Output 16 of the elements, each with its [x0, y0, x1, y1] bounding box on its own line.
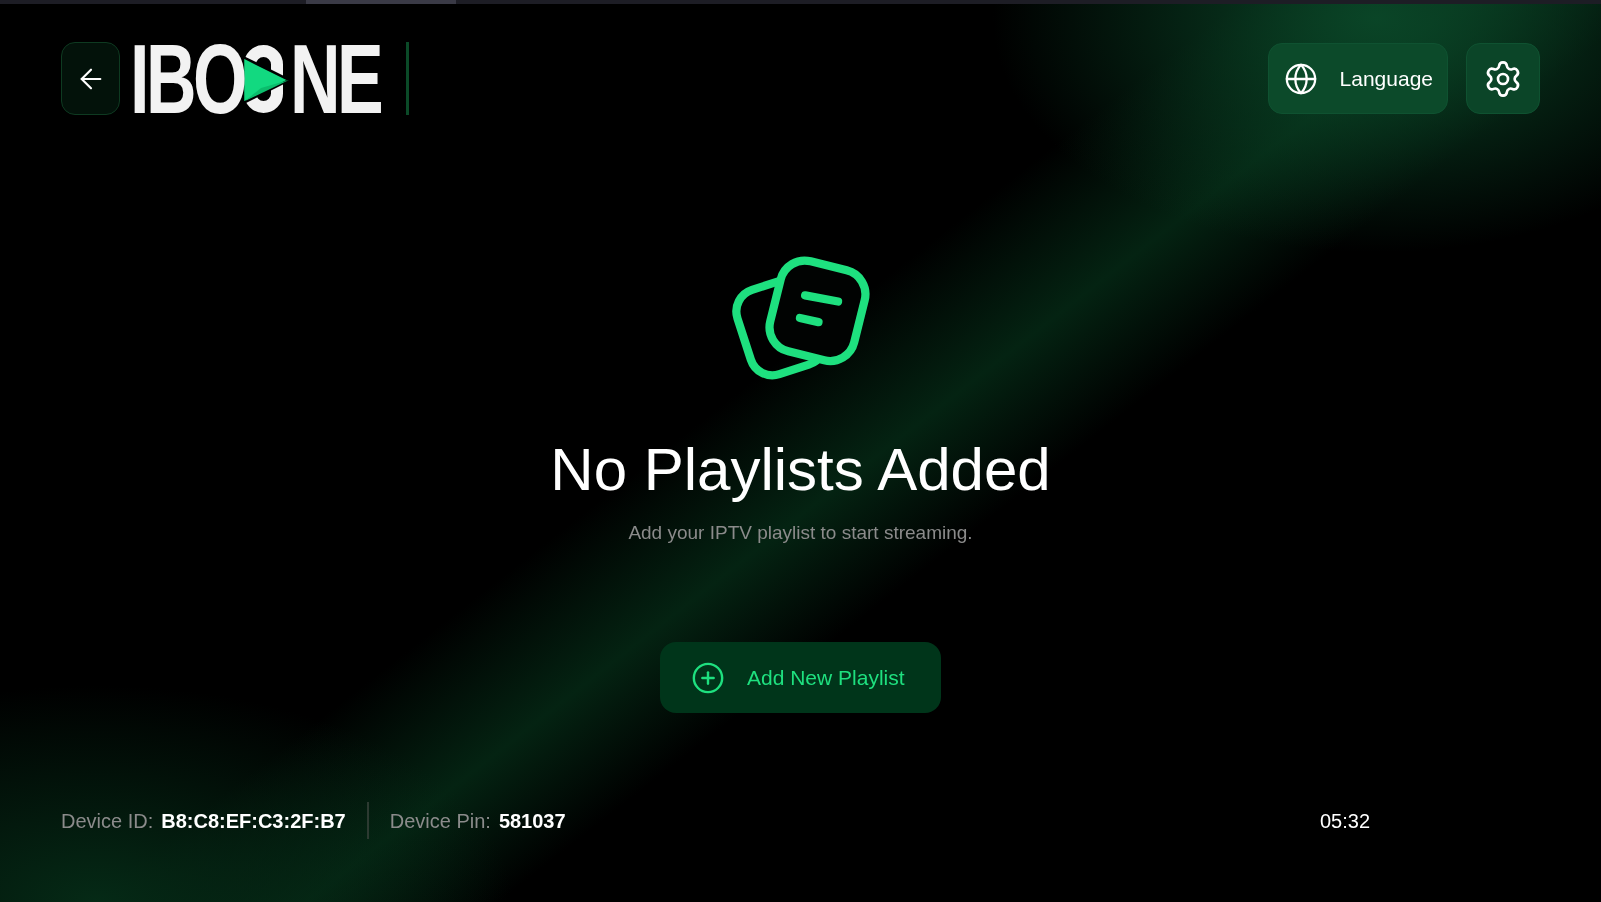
logo-text: NE [289, 29, 381, 128]
info-label: Device ID: [61, 808, 154, 834]
logo-text: IBO [130, 29, 244, 128]
info-value: 581037 [498, 808, 566, 834]
info-label: Device Pin: [389, 808, 491, 834]
empty-state-title: No Playlists Added [550, 435, 1051, 505]
language-button[interactable]: Language [1267, 43, 1448, 114]
settings-button[interactable] [1466, 43, 1540, 114]
clock-time: 05:32 [1320, 808, 1371, 834]
globe-icon [1283, 61, 1318, 96]
stacked-cards-icon [731, 254, 870, 382]
info-value: B8:C8:EF:C3:2F:B7 [161, 808, 346, 834]
add-playlist-button[interactable]: Add New Playlist [660, 642, 941, 713]
back-button[interactable] [61, 42, 120, 115]
plus-circle-icon [691, 660, 725, 695]
empty-state-message: Add your IPTV playlist to start streaming. [628, 521, 973, 545]
